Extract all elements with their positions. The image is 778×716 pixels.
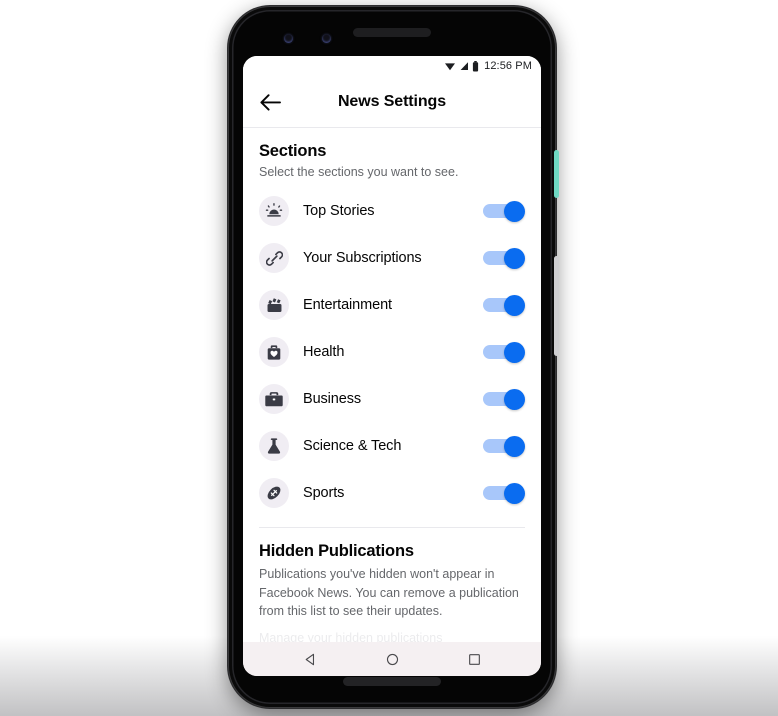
status-bar: 12:56 PM — [243, 56, 541, 76]
recents-nav-icon — [468, 653, 480, 665]
volume-rocker-button[interactable] — [554, 256, 559, 356]
toggle-thumb — [504, 389, 525, 411]
section-row-business[interactable]: Business — [243, 376, 541, 423]
sections-subtitle: Select the sections you want to see. — [259, 165, 459, 179]
section-row-label: Entertainment — [303, 297, 392, 314]
hidden-publications-description: Publications you've hidden won't appear … — [259, 566, 519, 619]
section-row-top-stories[interactable]: Top Stories — [243, 188, 541, 235]
toggle-sports[interactable] — [483, 483, 525, 505]
toggle-thumb — [504, 342, 525, 364]
section-row-your-subscriptions[interactable]: Your Subscriptions — [243, 235, 541, 282]
sections-title: Sections — [259, 142, 327, 160]
section-row-health[interactable]: Health — [243, 329, 541, 376]
toggle-business[interactable] — [483, 389, 525, 411]
toggle-your-subscriptions[interactable] — [483, 248, 525, 270]
status-bar-time: 12:56 PM — [484, 59, 532, 72]
hidden-publications-cutoff-row[interactable]: Manage your hidden publications — [243, 631, 541, 642]
toggle-thumb — [504, 248, 525, 270]
toggle-health[interactable] — [483, 342, 525, 364]
section-row-label: Health — [303, 344, 345, 361]
link-icon — [259, 243, 289, 274]
toggle-top-stories[interactable] — [483, 201, 525, 223]
section-row-label: Business — [303, 391, 362, 408]
android-nav-bar — [243, 642, 541, 676]
earpiece-speaker — [353, 28, 431, 37]
cellular-signal-icon — [460, 62, 469, 70]
battery-icon — [473, 60, 479, 71]
hidden-publications-title: Hidden Publications — [259, 541, 414, 560]
nav-back-button[interactable] — [297, 646, 323, 672]
home-nav-icon — [386, 653, 398, 665]
section-row-label: Top Stories — [303, 203, 375, 220]
back-nav-icon — [305, 653, 314, 665]
status-bar-icons — [444, 60, 479, 72]
football-icon — [259, 478, 289, 509]
section-row-science-tech[interactable]: Science & Tech — [243, 423, 541, 470]
front-camera-left-icon — [284, 34, 293, 43]
app-bar: News Settings — [243, 76, 541, 128]
sunrise-icon — [259, 196, 289, 227]
phone-screen: 12:56 PM News Settings Sections Select t… — [243, 56, 541, 676]
bottom-speaker-bar — [343, 677, 441, 686]
back-arrow-icon — [259, 93, 281, 111]
toggle-thumb — [504, 436, 525, 458]
flask-icon — [259, 431, 289, 462]
nav-recents-button[interactable] — [461, 646, 487, 672]
section-row-entertainment[interactable]: Entertainment — [243, 282, 541, 329]
sections-header: Sections Select the sections you want to… — [243, 128, 541, 182]
section-row-label: Science & Tech — [303, 438, 402, 455]
toggle-thumb — [504, 295, 525, 317]
clapperboard-icon — [259, 290, 289, 321]
section-row-label: Your Subscriptions — [303, 250, 422, 267]
toggle-entertainment[interactable] — [483, 295, 525, 317]
front-camera-right-icon — [322, 34, 331, 43]
hidden-publications-section: Hidden Publications Publications you've … — [243, 528, 541, 621]
briefcase-icon — [259, 384, 289, 415]
phone-device: 12:56 PM News Settings Sections Select t… — [228, 6, 559, 708]
back-button[interactable] — [255, 87, 285, 117]
sections-list: Top Stories Your Subscriptions Entertain… — [243, 182, 541, 517]
power-button[interactable] — [554, 150, 559, 198]
section-row-sports[interactable]: Sports — [243, 470, 541, 517]
toggle-thumb — [504, 483, 525, 505]
toggle-thumb — [504, 201, 525, 223]
wifi-icon — [445, 63, 456, 71]
section-row-label: Sports — [303, 485, 345, 502]
page-title: News Settings — [337, 93, 447, 110]
settings-scroll-area[interactable]: Sections Select the sections you want to… — [243, 128, 541, 642]
toggle-science-tech[interactable] — [483, 436, 525, 458]
medical-bag-icon — [259, 337, 289, 368]
nav-home-button[interactable] — [379, 646, 405, 672]
